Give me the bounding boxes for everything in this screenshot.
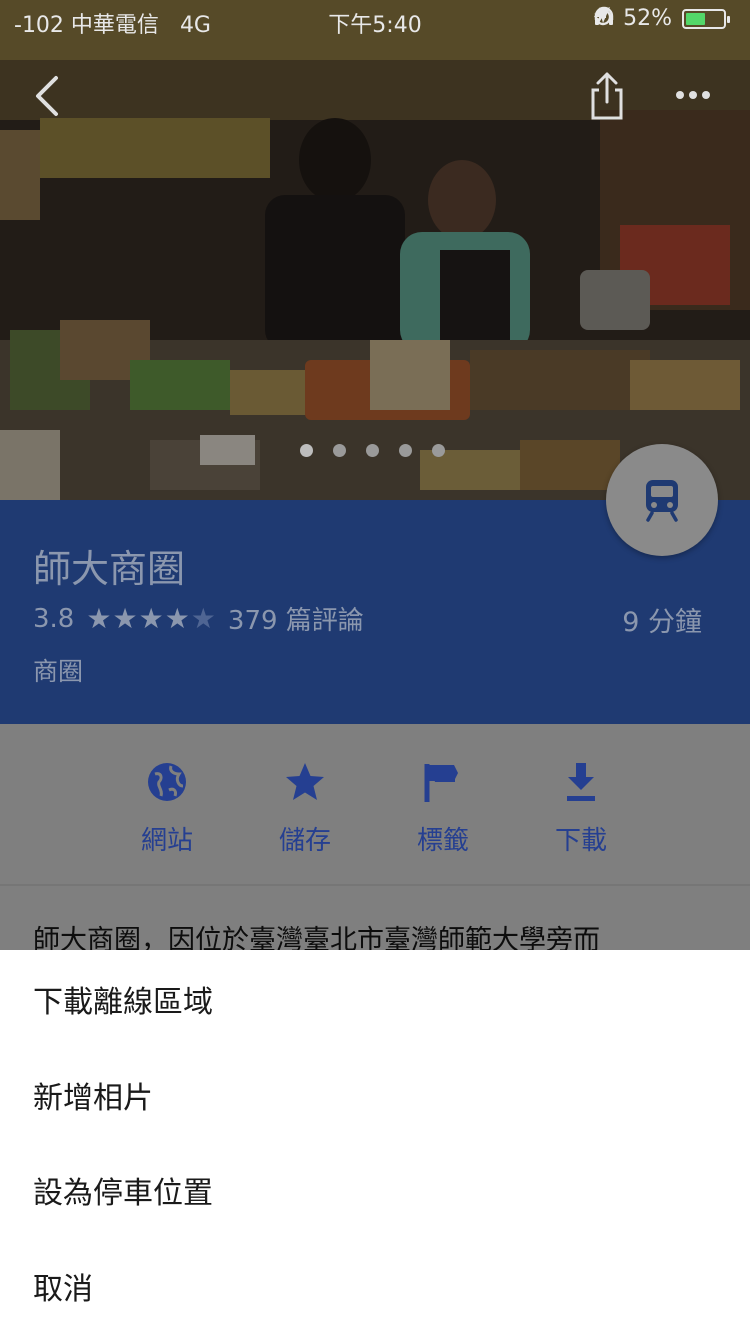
- action-sheet: 下載離線區域 新增相片 設為停車位置 取消: [0, 950, 750, 1334]
- battery-percent: 52%: [623, 6, 672, 31]
- label-button[interactable]: 標籤: [383, 754, 503, 857]
- action-row: 網站 儲存 標籤 下載: [0, 724, 750, 884]
- rating-star-icon: ★: [190, 602, 216, 635]
- battery-fill: [686, 12, 705, 25]
- pager-dot: [333, 444, 346, 457]
- place-photo[interactable]: -102 中華電信 4G 下午5:40 52%: [0, 0, 750, 500]
- pager-dot: [366, 444, 379, 457]
- website-button[interactable]: 網站: [107, 754, 227, 857]
- star-icon: [286, 763, 324, 800]
- food-stall-photo: [0, 0, 750, 500]
- place-category: 商圈: [33, 657, 84, 686]
- place-description: 師大商圈，因位於臺灣臺北市臺灣師範大學旁而: [33, 925, 600, 950]
- rating-value: 3.8: [33, 603, 75, 634]
- rating-star-icon: ★: [164, 602, 190, 635]
- train-icon: [646, 480, 678, 522]
- pager-dot: [432, 444, 445, 457]
- share-button[interactable]: [584, 70, 630, 122]
- download-button[interactable]: 下載: [521, 754, 641, 857]
- battery-icon: [682, 8, 730, 29]
- download-label: 下載: [554, 826, 607, 856]
- directions-transit-button[interactable]: [606, 444, 718, 556]
- review-count: 379 篇評論: [227, 606, 364, 636]
- share-icon: [591, 72, 623, 120]
- rating-star-icon: ★: [112, 602, 138, 635]
- globe-icon: [148, 763, 186, 801]
- download-offline-area-option[interactable]: 下載離線區域: [33, 977, 213, 1021]
- label-label: 標籤: [416, 826, 469, 856]
- photo-pager-dots: [300, 444, 445, 457]
- travel-duration: 9 分鐘: [622, 607, 702, 638]
- place-title: 師大商圈: [33, 547, 186, 591]
- more-button[interactable]: [670, 80, 716, 110]
- back-icon: [36, 76, 58, 116]
- cancel-option[interactable]: 取消: [33, 1264, 93, 1308]
- website-label: 網站: [140, 826, 193, 856]
- add-photo-option[interactable]: 新增相片: [33, 1073, 153, 1117]
- save-label: 儲存: [278, 826, 331, 856]
- rating-row[interactable]: 3.8 ★ ★ ★ ★ ★ 379 篇評論: [33, 600, 364, 637]
- rating-star-icon: ★: [138, 602, 164, 635]
- description-section[interactable]: 師大商圈，因位於臺灣臺北市臺灣師範大學旁而: [0, 886, 750, 950]
- back-button[interactable]: [28, 72, 68, 120]
- set-parking-location-option[interactable]: 設為停車位置: [33, 1168, 213, 1212]
- rating-star-icon: ★: [86, 602, 112, 635]
- pager-dot: [300, 444, 313, 457]
- more-icon: [676, 91, 710, 99]
- save-button[interactable]: 儲存: [245, 754, 365, 857]
- download-icon: [567, 763, 595, 801]
- rating-stars: ★ ★ ★ ★ ★: [86, 602, 216, 635]
- flag-icon: [424, 764, 458, 802]
- pager-dot: [399, 444, 412, 457]
- status-bar: -102 中華電信 4G 下午5:40 52%: [0, 0, 750, 40]
